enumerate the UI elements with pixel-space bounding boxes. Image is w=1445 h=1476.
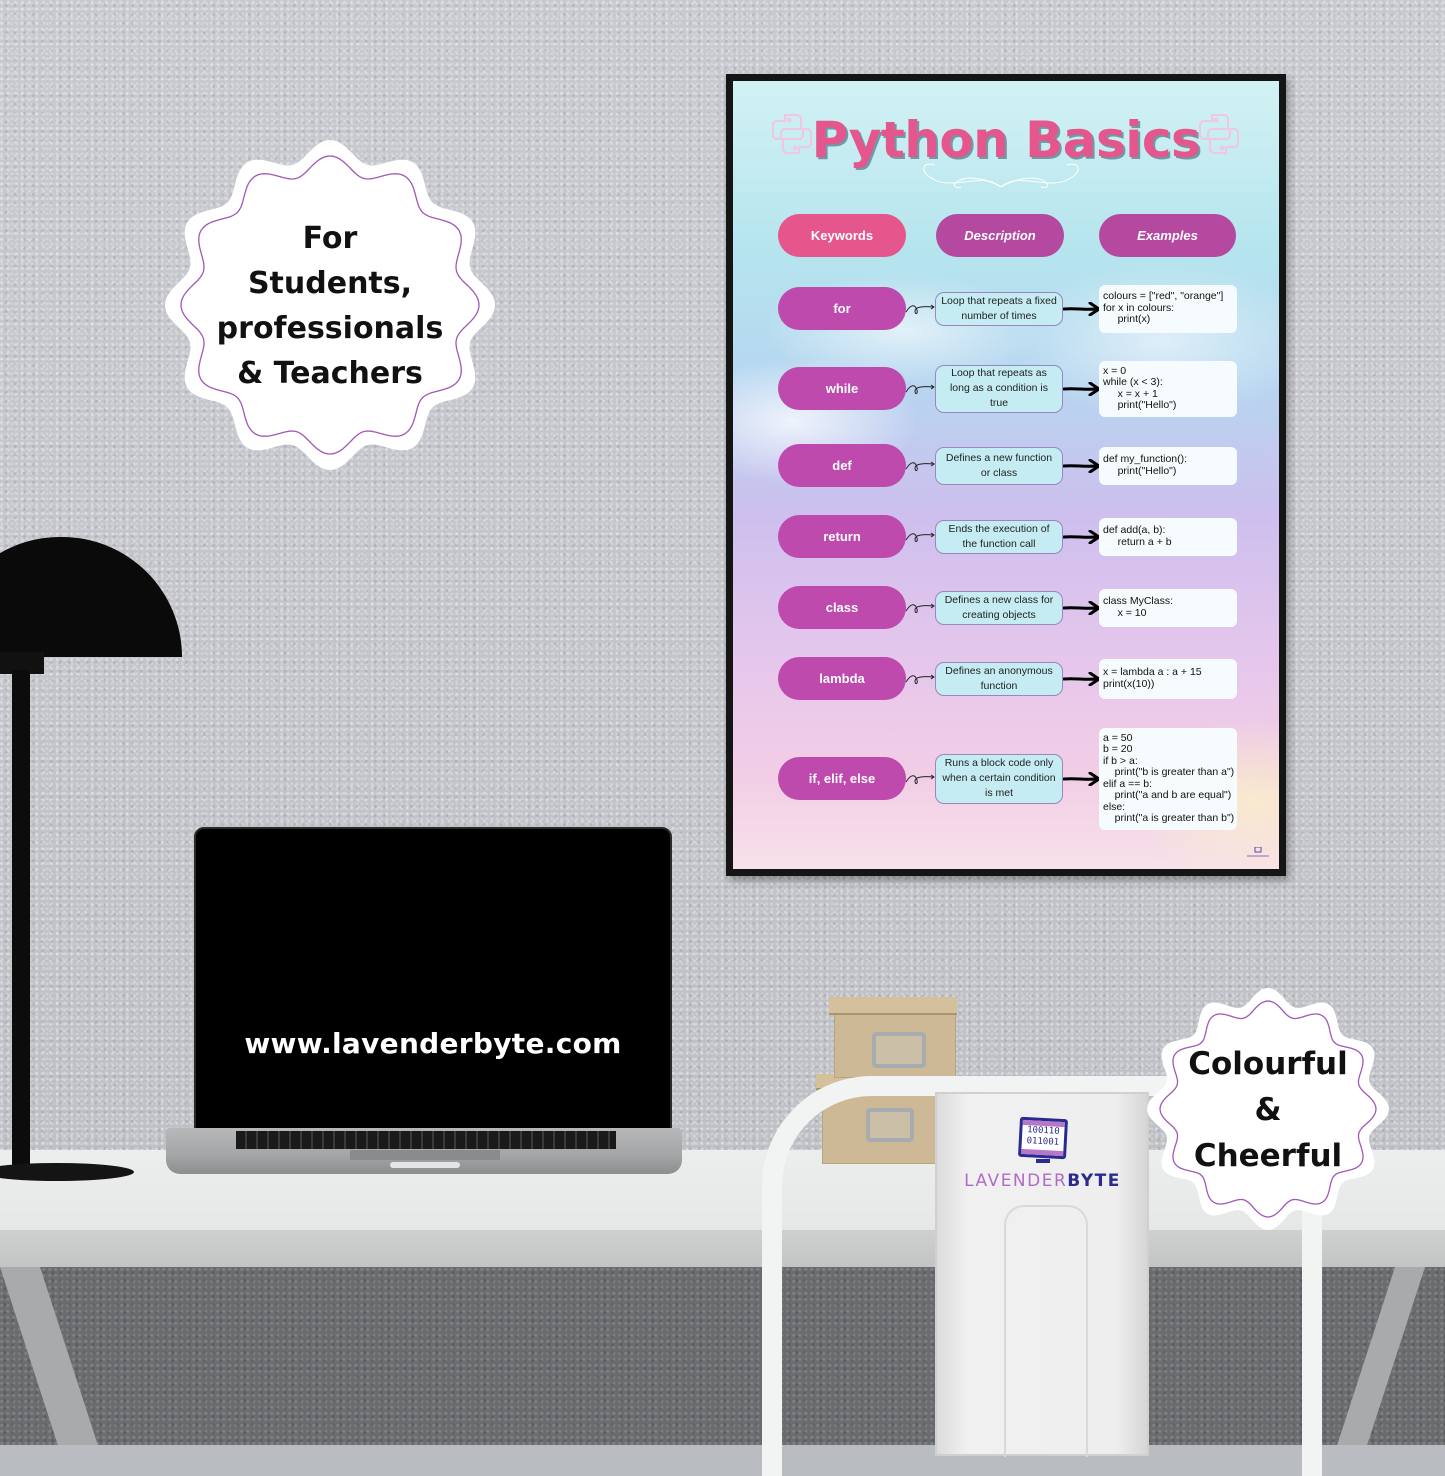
curly-connector-icon xyxy=(905,774,935,784)
keyword-pill: if, elif, else xyxy=(778,757,906,800)
example-code: def my_function(): print("Hello") xyxy=(1103,453,1188,477)
curly-connector-icon xyxy=(905,304,935,314)
brand-wordmark: LAVENDERBYTE xyxy=(964,1171,1121,1191)
style-line: Colourful xyxy=(1188,1045,1348,1082)
header-examples-label: Examples xyxy=(1137,228,1198,243)
laptop-screen: www.lavenderbyte.com xyxy=(194,827,672,1136)
audience-badge: For Students, professionals & Teachers xyxy=(155,138,505,473)
audience-text: For Students, professionals & Teachers xyxy=(217,216,444,396)
monitor-stand xyxy=(1035,1159,1050,1163)
description-text: Defines a new class for creating objects xyxy=(944,593,1054,621)
keyword-pill: def xyxy=(778,444,906,487)
lavenderbyte-logo: 100110 011001 LAVENDERBYTE xyxy=(945,1116,1140,1191)
description-text: Loop that repeats as long as a condition… xyxy=(949,367,1049,409)
example-code: colours = ["red", "orange"] for x in col… xyxy=(1103,290,1224,326)
example-code: x = lambda a : a + 15 print(x(10)) xyxy=(1103,666,1202,690)
description-box: Ends the execution of the function call xyxy=(935,519,1063,554)
header-keywords: Keywords xyxy=(778,214,906,257)
tiny-brand-logo-icon xyxy=(1247,847,1269,857)
keyword-label: class xyxy=(825,600,859,615)
example-code-box: x = lambda a : a + 15 print(x(10)) xyxy=(1099,658,1237,699)
laptop-keyboard xyxy=(236,1131,616,1149)
keyword-label: while xyxy=(825,381,859,396)
keyword-pill: return xyxy=(778,515,906,558)
keyword-label: if, elif, else xyxy=(808,771,876,786)
example-code: x = 0 while (x < 3): x = x + 1 print("He… xyxy=(1103,364,1177,411)
keyword-label: lambda xyxy=(819,671,865,686)
keyword-pill: class xyxy=(778,586,906,629)
monitor-icon: 100110 011001 xyxy=(1017,1116,1068,1160)
keyword-pill: lambda xyxy=(778,657,906,700)
arrow-right-icon xyxy=(1063,301,1101,316)
audience-line: Students, xyxy=(247,265,413,301)
description-box: Loop that repeats as long as a condition… xyxy=(935,364,1063,413)
audience-line: & Teachers xyxy=(237,355,423,391)
style-line: Cheerful xyxy=(1193,1137,1343,1174)
curly-connector-icon xyxy=(905,674,935,684)
lamp-pole xyxy=(12,670,30,1170)
description-text: Runs a block code only when a certain co… xyxy=(942,757,1056,799)
header-examples: Examples xyxy=(1099,214,1236,257)
laptop-trackpad xyxy=(350,1150,500,1160)
header-description: Description xyxy=(936,214,1064,257)
curly-connector-icon xyxy=(905,461,935,471)
audience-line: For xyxy=(302,220,358,256)
example-code-box: a = 50 b = 20 if b > a: print("b is grea… xyxy=(1099,727,1237,830)
box-handle-icon xyxy=(872,1032,926,1068)
example-code-box: def my_function(): print("Hello") xyxy=(1099,446,1237,485)
curly-connector-icon xyxy=(905,384,935,394)
website-url[interactable]: www.lavenderbyte.com xyxy=(244,1027,621,1060)
example-code-box: x = 0 while (x < 3): x = x + 1 print("He… xyxy=(1099,360,1237,417)
description-text: Ends the execution of the function call xyxy=(948,522,1050,550)
example-code-box: colours = ["red", "orange"] for x in col… xyxy=(1099,284,1237,333)
style-line: & xyxy=(1254,1091,1282,1128)
arrow-right-icon xyxy=(1063,600,1101,615)
description-box: Defines a new function or class xyxy=(935,446,1063,485)
description-box: Runs a block code only when a certain co… xyxy=(935,753,1063,804)
storage-box-top-lid xyxy=(829,997,957,1015)
keyword-label: for xyxy=(833,301,851,316)
chair-panel-groove xyxy=(1004,1205,1088,1457)
description-text: Defines an anonymous function xyxy=(945,664,1053,692)
example-code: def add(a, b): return a + b xyxy=(1103,524,1172,548)
header-description-label: Description xyxy=(964,228,1036,243)
python-logo-icon xyxy=(1199,114,1239,154)
decorative-flourish-icon xyxy=(923,163,1079,188)
arrow-right-icon xyxy=(1063,671,1101,686)
example-code: a = 50 b = 20 if b > a: print("b is grea… xyxy=(1103,731,1235,824)
brand-name-byte: BYTE xyxy=(1067,1171,1121,1191)
style-badge: Colourful & Cheerful xyxy=(1143,987,1393,1232)
example-code-box: class MyClass: x = 10 xyxy=(1099,588,1237,627)
arrow-right-icon xyxy=(1063,771,1101,786)
curly-connector-icon xyxy=(905,532,935,542)
keyword-pill: for xyxy=(778,287,906,330)
python-basics-poster: Python Basics Keywords Description Examp… xyxy=(733,81,1279,869)
binary-line-2: 011001 xyxy=(1025,1136,1059,1148)
description-text: Defines a new function or class xyxy=(945,451,1053,479)
arrow-right-icon xyxy=(1063,458,1101,473)
example-code-box: def add(a, b): return a + b xyxy=(1099,517,1237,556)
style-text: Colourful & Cheerful xyxy=(1188,1041,1348,1179)
keyword-label: def xyxy=(832,458,852,473)
keyword-pill: while xyxy=(778,367,906,410)
brand-name-lavender: LAVENDER xyxy=(964,1171,1068,1191)
curly-connector-icon xyxy=(905,603,935,613)
arrow-right-icon xyxy=(1063,381,1101,396)
audience-line: professionals xyxy=(216,310,444,346)
laptop-notch xyxy=(390,1162,460,1168)
arrow-right-icon xyxy=(1063,529,1101,544)
header-keywords-label: Keywords xyxy=(810,228,874,243)
description-box: Defines a new class for creating objects xyxy=(935,590,1063,625)
description-box: Loop that repeats a fixed number of time… xyxy=(935,291,1063,326)
description-text: Loop that repeats a fixed number of time… xyxy=(941,294,1057,322)
example-code: class MyClass: x = 10 xyxy=(1103,595,1174,619)
keyword-label: return xyxy=(823,529,861,544)
description-box: Defines an anonymous function xyxy=(935,661,1063,696)
